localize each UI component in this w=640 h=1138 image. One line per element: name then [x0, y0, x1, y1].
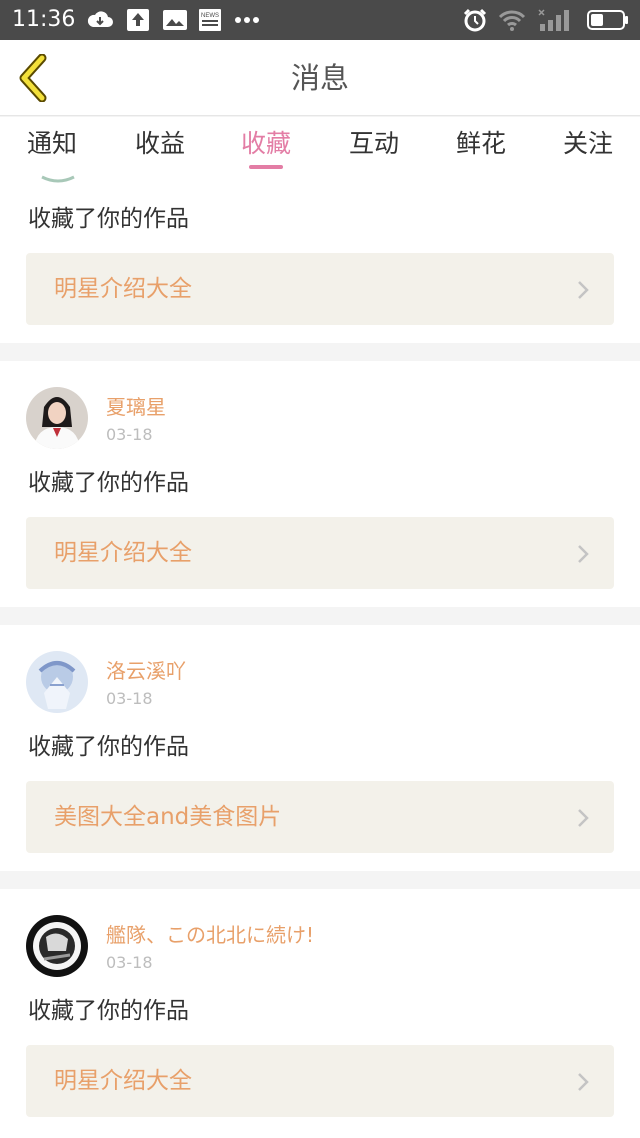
- picture-icon: [163, 10, 187, 30]
- avatar[interactable]: [26, 651, 88, 713]
- work-title: 明星介绍大全: [54, 276, 192, 302]
- list-item: 洛云溪吖 03-18 收藏了你的作品 美图大全and美食图片: [0, 625, 640, 871]
- status-bar: 11:36 NEWS: [0, 0, 640, 40]
- action-text: 收藏了你的作品: [28, 206, 189, 232]
- tab-bar: 通知 收益 收藏 互动 鲜花 关注: [0, 117, 640, 173]
- chevron-right-icon: [578, 281, 589, 299]
- username[interactable]: 洛云溪吖: [106, 658, 186, 684]
- tab-notifications[interactable]: 通知: [22, 127, 82, 167]
- work-title: 明星介绍大全: [54, 540, 192, 566]
- work-title: 明星介绍大全: [54, 1068, 192, 1094]
- status-time: 11:36: [12, 7, 76, 32]
- wifi-icon: [498, 10, 526, 31]
- avatar: [41, 175, 75, 183]
- action-text: 收藏了你的作品: [28, 998, 189, 1024]
- tab-following[interactable]: 关注: [558, 127, 618, 167]
- action-text: 收藏了你的作品: [28, 734, 189, 760]
- list-item: 艦隊、この北北に続け! 03-18 收藏了你的作品 明星介绍大全: [0, 889, 640, 1138]
- list-item: 夏璃星 03-18 收藏了你的作品 明星介绍大全: [0, 361, 640, 607]
- timestamp: 03-18: [106, 689, 153, 708]
- timestamp: 03-18: [106, 425, 153, 444]
- username[interactable]: 夏璃星: [106, 394, 166, 420]
- tab-flowers[interactable]: 鲜花: [451, 127, 511, 167]
- alarm-icon: [463, 8, 487, 32]
- avatar[interactable]: [26, 915, 88, 977]
- upload-icon: [127, 9, 149, 31]
- battery-icon: [587, 10, 628, 30]
- chevron-right-icon: [578, 809, 589, 827]
- tab-interactions[interactable]: 互动: [344, 127, 404, 167]
- signal-icon: [538, 9, 569, 31]
- work-link[interactable]: 明星介绍大全: [26, 517, 614, 589]
- active-tab-indicator: [249, 165, 283, 169]
- tab-favorites[interactable]: 收藏: [236, 127, 296, 167]
- work-title: 美图大全and美食图片: [54, 804, 282, 830]
- list-item: 收藏了你的作品 明星介绍大全: [0, 173, 640, 343]
- action-text: 收藏了你的作品: [28, 470, 189, 496]
- chevron-right-icon: [578, 545, 589, 563]
- news-icon: NEWS: [199, 9, 221, 31]
- work-link[interactable]: 美图大全and美食图片: [26, 781, 614, 853]
- cloud-icon: [87, 11, 113, 27]
- page-title: 消息: [290, 61, 349, 95]
- more-icon: [235, 17, 259, 23]
- avatar[interactable]: [26, 387, 88, 449]
- news-icon-label: NEWS: [201, 13, 219, 19]
- header: 消息: [0, 40, 640, 116]
- timestamp: 03-18: [106, 953, 153, 972]
- chevron-right-icon: [578, 1073, 589, 1091]
- work-link[interactable]: 明星介绍大全: [26, 253, 614, 325]
- username[interactable]: 艦隊、この北北に続け!: [106, 922, 314, 948]
- favorites-feed[interactable]: 收藏了你的作品 明星介绍大全 夏璃星 03-18 收藏了你的作品 明星介绍大全: [0, 173, 640, 1138]
- work-link[interactable]: 明星介绍大全: [26, 1045, 614, 1117]
- tab-earnings[interactable]: 收益: [130, 127, 190, 167]
